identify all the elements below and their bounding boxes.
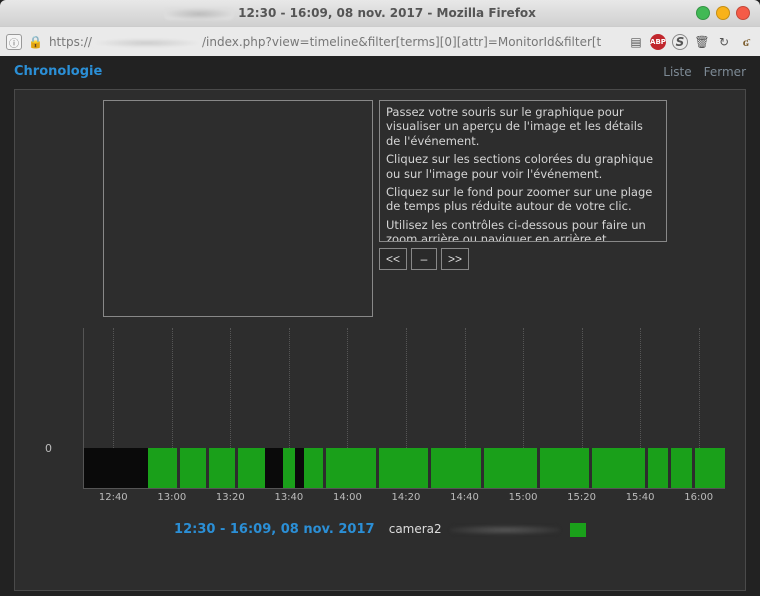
segment-gap [537, 448, 540, 488]
info-p4: Utilisez les contrôles ci-dessous pour f… [386, 218, 660, 242]
segment-gap [206, 448, 209, 488]
timeline-segment[interactable] [84, 448, 148, 488]
window-min-icon[interactable] [696, 6, 710, 20]
legend-camera: camera2 [389, 522, 442, 536]
segment-gap [177, 448, 180, 488]
breadcrumb[interactable]: Chronologie [14, 64, 102, 79]
refresh-icon[interactable]: ↻ [716, 34, 732, 50]
timeline-segment[interactable] [265, 448, 283, 488]
legend-range: 12:30 - 16:09, 08 nov. 2017 [174, 522, 375, 537]
window-titlebar: 12:30 - 16:09, 08 nov. 2017 - Mozilla Fi… [0, 0, 760, 26]
x-tick: 15:00 [509, 492, 538, 503]
info-p1: Passez votre souris sur le graphique pou… [386, 105, 660, 148]
segment-gap [323, 448, 326, 488]
identity-icon[interactable]: ⓘ [6, 34, 22, 50]
reader-icon[interactable]: ▤ [628, 34, 644, 50]
timeline-chart[interactable]: 0 12:4013:0013:2013:4014:0014:2014:4015:… [67, 328, 725, 502]
nav-buttons: << – >> [379, 248, 667, 270]
link-close[interactable]: Fermer [704, 65, 746, 79]
x-tick: 13:00 [157, 492, 186, 503]
x-tick: 13:40 [274, 492, 303, 503]
segment-gap [376, 448, 379, 488]
url-text[interactable]: https:///index.php?view=timeline&filter[… [49, 35, 622, 49]
x-tick: 16:00 [684, 492, 713, 503]
x-tick: 14:20 [392, 492, 421, 503]
x-tick: 14:40 [450, 492, 479, 503]
x-tick: 15:20 [567, 492, 596, 503]
segment-gap [428, 448, 431, 488]
window-max-icon[interactable] [716, 6, 730, 20]
page-header: Chronologie Liste Fermer [0, 56, 760, 89]
timeline-segment[interactable] [295, 448, 304, 488]
x-tick: 12:40 [99, 492, 128, 503]
segment-gap [589, 448, 592, 488]
lock-icon: 🔒 [28, 35, 43, 49]
s-addon-icon[interactable]: S [672, 34, 688, 50]
x-tick: 15:40 [626, 492, 655, 503]
legend-swatch [570, 523, 586, 537]
preview-box[interactable] [103, 100, 373, 317]
segment-gap [668, 448, 671, 488]
info-p2: Cliquez sur les sections colorées du gra… [386, 152, 660, 181]
next-button[interactable]: >> [441, 248, 469, 270]
segment-gap [481, 448, 484, 488]
gm-icon[interactable]: ʛ [738, 34, 754, 50]
legend-smudge [450, 525, 560, 535]
window-close-icon[interactable] [736, 6, 750, 20]
info-p3: Cliquez sur le fond pour zoomer sur une … [386, 185, 660, 214]
timeline-segment[interactable] [304, 448, 725, 488]
timeline-segment[interactable] [283, 448, 295, 488]
info-box: Passez votre souris sur le graphique pou… [379, 100, 667, 242]
segment-gap [692, 448, 695, 488]
y-label: 0 [45, 442, 52, 455]
url-bar: ⓘ 🔒 https:///index.php?view=timeline&fil… [0, 26, 760, 58]
link-list[interactable]: Liste [663, 65, 691, 79]
prev-button[interactable]: << [379, 248, 407, 270]
zoomout-button[interactable]: – [411, 248, 437, 270]
window-title: 12:30 - 16:09, 08 nov. 2017 - Mozilla Fi… [238, 6, 536, 20]
timeline-panel: Passez votre souris sur le graphique pou… [14, 89, 746, 591]
segment-gap [235, 448, 238, 488]
chart-grid[interactable]: 12:4013:0013:2013:4014:0014:2014:4015:00… [83, 328, 725, 489]
x-tick: 13:20 [216, 492, 245, 503]
abp-icon[interactable]: ABP [650, 34, 666, 50]
clipboard-icon[interactable]: 🗑 [694, 34, 710, 50]
x-tick: 14:00 [333, 492, 362, 503]
segment-gap [645, 448, 648, 488]
legend: 12:30 - 16:09, 08 nov. 2017 camera2 [15, 522, 745, 537]
